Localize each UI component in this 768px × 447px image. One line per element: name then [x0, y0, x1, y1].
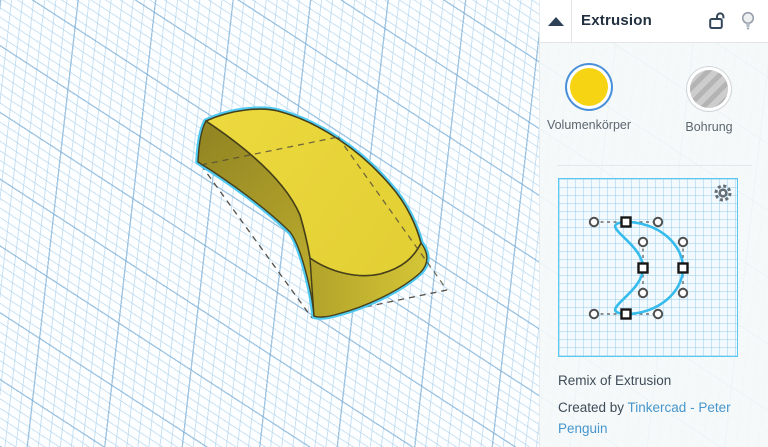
remix-label: Remix of Extrusion	[558, 373, 672, 388]
profile-curve-editor[interactable]	[559, 179, 736, 355]
inspector-body: Volumenkörper Bohrung Remix of Extrusion…	[540, 42, 768, 447]
option-solid-label: Volumenkörper	[546, 118, 632, 132]
hole-swatch-icon[interactable]	[690, 70, 728, 108]
shape-inspector-panel: Extrusion Volumenkörper Bohrung Remix of…	[539, 0, 768, 447]
curve-anchors[interactable]	[620, 216, 689, 320]
separator	[557, 165, 752, 166]
option-solid[interactable]: Volumenkörper	[540, 68, 638, 132]
lightbulb-icon[interactable]	[740, 11, 756, 31]
solid-swatch-icon[interactable]	[570, 68, 608, 106]
inspector-title: Extrusion	[581, 12, 652, 29]
collapse-panel-button[interactable]	[540, 0, 572, 42]
option-hole[interactable]: Bohrung	[664, 70, 754, 134]
profile-curve	[613, 220, 685, 316]
option-hole-label: Bohrung	[685, 120, 733, 134]
profile-editor-card[interactable]	[558, 178, 738, 357]
unlocked-padlock-icon[interactable]	[709, 11, 727, 30]
inspector-header: Extrusion	[540, 0, 768, 43]
created-by-line: Created by Tinkercad - Peter Penguin	[558, 397, 750, 439]
settings-gear-icon[interactable]	[713, 183, 733, 203]
created-by-prefix: Created by	[558, 400, 628, 415]
collapse-up-triangle-icon	[548, 17, 564, 26]
